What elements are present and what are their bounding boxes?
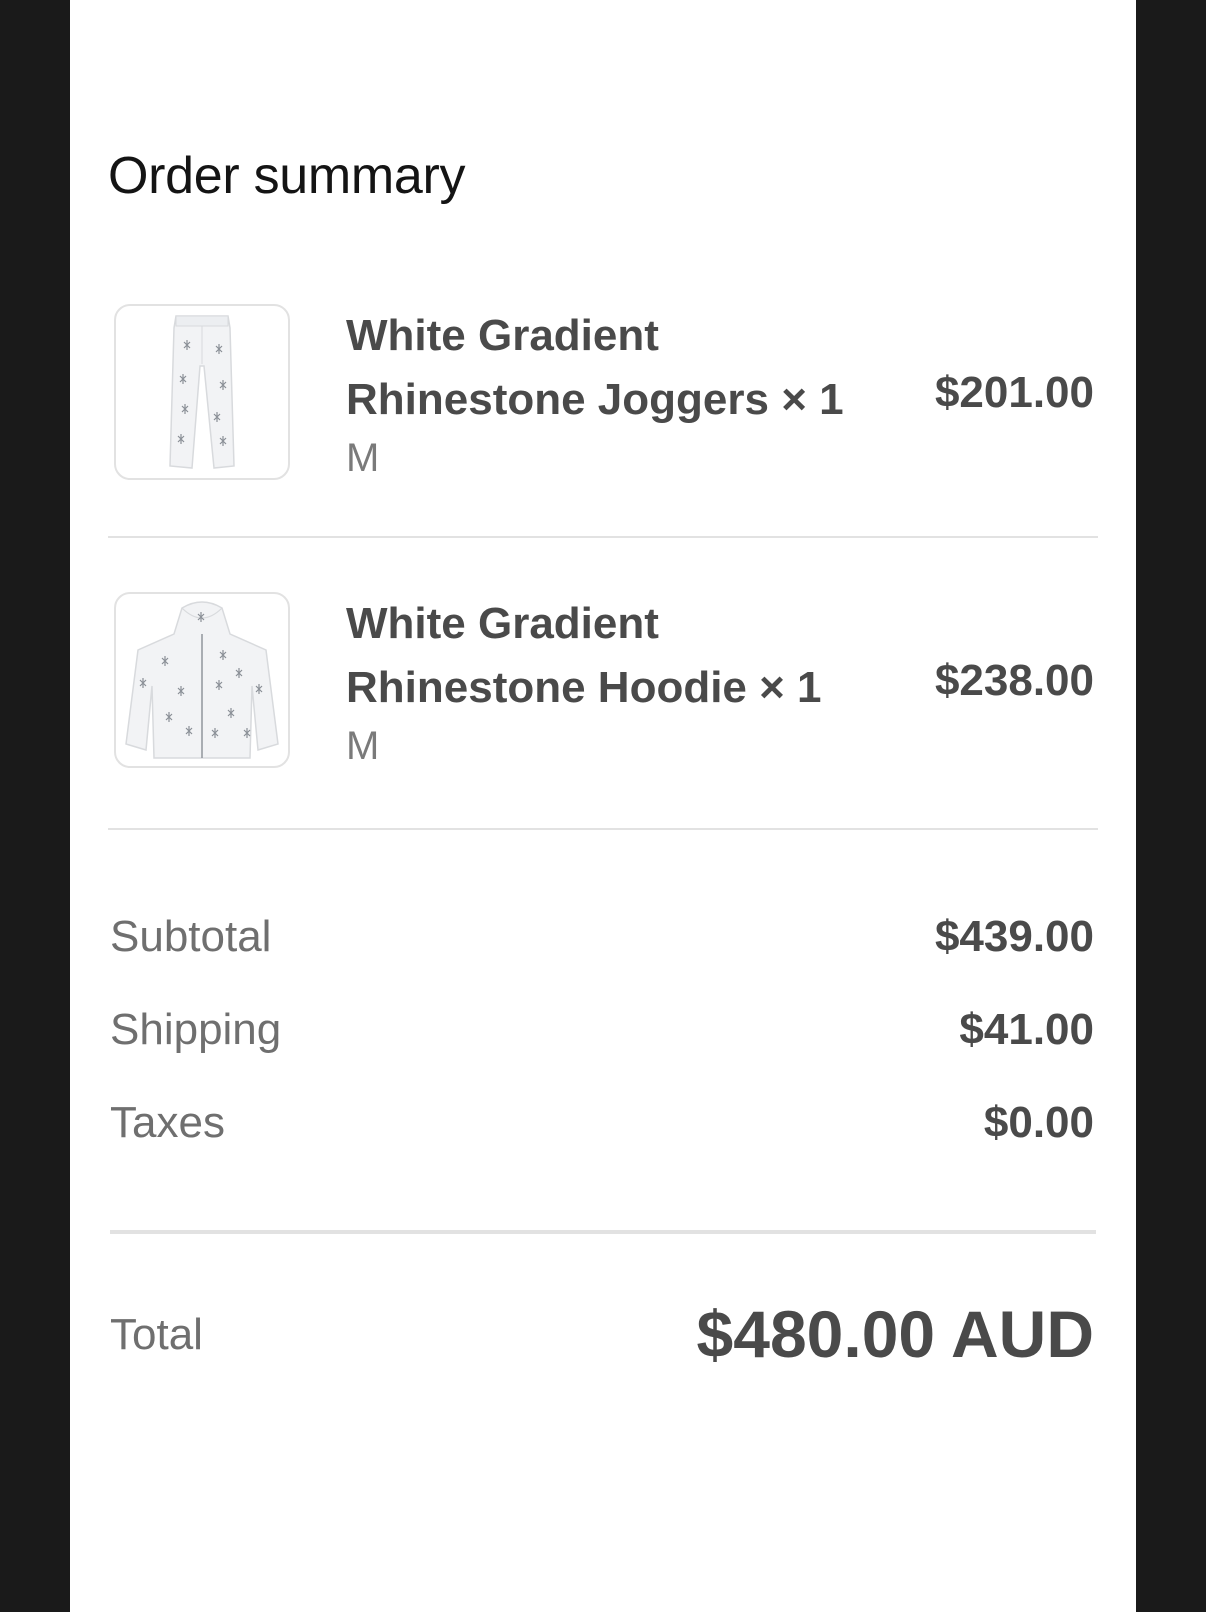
line-item-variant: M — [346, 436, 380, 480]
line-item-name-line1: White Gradient — [346, 599, 659, 648]
shipping-row: Shipping $41.00 — [110, 1005, 1094, 1065]
divider — [108, 536, 1098, 538]
line-item-name-line1: White Gradient — [346, 311, 659, 360]
line-item-name-line2: Rhinestone Hoodie × 1 — [346, 663, 822, 712]
order-summary-panel: Order summary White Gradient Rhinestone … — [70, 0, 1136, 1612]
subtotal-value: $439.00 — [934, 912, 1094, 961]
line-item-name-line2: Rhinestone Joggers × 1 — [346, 375, 844, 424]
joggers-thumbnail — [114, 304, 290, 480]
line-item-price: $201.00 — [934, 368, 1094, 417]
subtotal-label: Subtotal — [110, 912, 272, 961]
order-summary-title: Order summary — [108, 147, 466, 205]
hoodie-thumbnail — [114, 592, 290, 768]
line-item: White Gradient Rhinestone Hoodie × 1 M $… — [70, 592, 1136, 782]
line-item-variant: M — [346, 724, 380, 768]
total-label: Total — [110, 1310, 203, 1359]
divider — [108, 828, 1098, 830]
taxes-value: $0.00 — [983, 1098, 1094, 1147]
total-divider — [110, 1230, 1096, 1234]
hoodie-image — [125, 601, 279, 759]
total-value: $480.00 AUD — [696, 1297, 1094, 1371]
line-item-name: White Gradient Rhinestone Joggers × 1 — [346, 304, 886, 432]
taxes-row: Taxes $0.00 — [110, 1098, 1094, 1158]
shipping-label: Shipping — [110, 1005, 282, 1054]
joggers-image — [169, 315, 235, 469]
shipping-value: $41.00 — [959, 1005, 1094, 1054]
taxes-label: Taxes — [110, 1098, 225, 1147]
line-item: White Gradient Rhinestone Joggers × 1 M … — [70, 304, 1136, 494]
line-item-name: White Gradient Rhinestone Hoodie × 1 — [346, 592, 886, 720]
line-item-price: $238.00 — [934, 656, 1094, 705]
subtotal-row: Subtotal $439.00 — [110, 912, 1094, 972]
